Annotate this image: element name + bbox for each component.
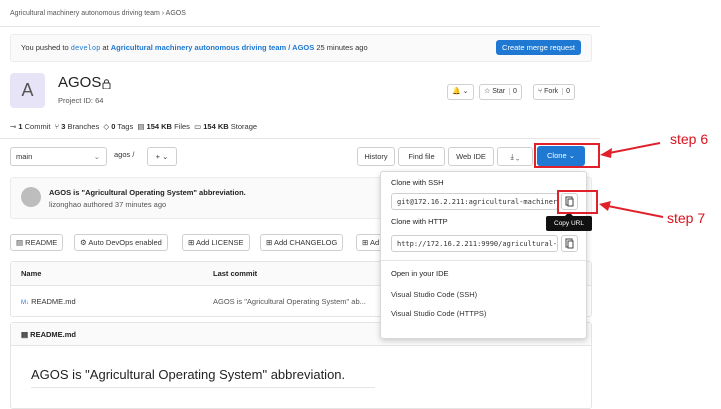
annotation-arrows (599, 142, 664, 218)
step7-label: step 7 (667, 210, 706, 226)
step6-label: step 6 (670, 131, 709, 147)
